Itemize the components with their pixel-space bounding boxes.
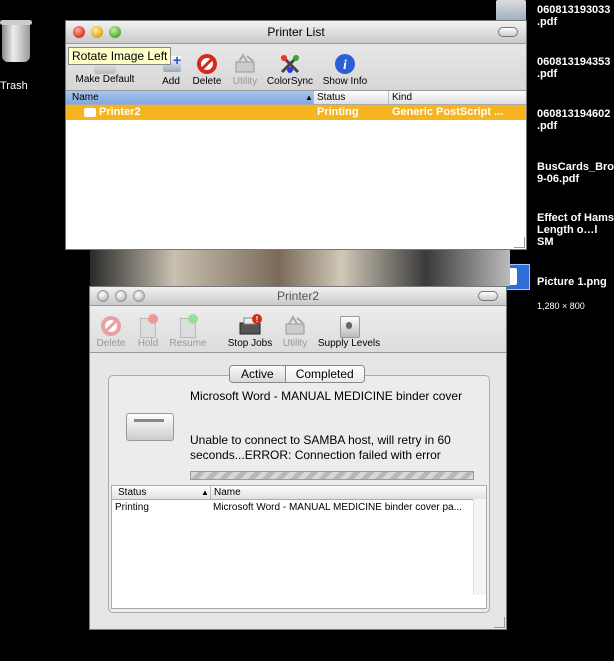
- queue-toolbar: Delete Hold Resume ! Stop Jobs Utility S…: [90, 306, 506, 353]
- job-row-status: Printing: [115, 502, 149, 513]
- utility-label: Utility: [232, 76, 258, 87]
- zoom-button[interactable]: [109, 26, 121, 38]
- background-photo-window: [90, 246, 510, 286]
- resume-label: Resume: [169, 338, 207, 349]
- printer-icon: [124, 407, 174, 445]
- desktop-file-6-dimensions: 1,280 × 800: [537, 301, 585, 311]
- supply-levels-label: Supply Levels: [317, 338, 381, 349]
- tab-active[interactable]: Active: [230, 366, 286, 382]
- make-default-label: Make Default: [75, 74, 135, 85]
- resume-button[interactable]: Resume: [168, 314, 208, 349]
- delete-button[interactable]: Delete: [190, 52, 224, 87]
- printer-list-titlebar[interactable]: Printer List: [66, 21, 526, 44]
- hold-label: Hold: [137, 338, 159, 349]
- delete-icon: [195, 52, 219, 76]
- printer-row[interactable]: Printer2 Printing Generic PostScript ...: [66, 105, 526, 120]
- svg-text:!: !: [256, 315, 259, 324]
- vertical-scrollbar[interactable]: [473, 499, 486, 595]
- stop-jobs-label: Stop Jobs: [227, 338, 273, 349]
- status-column-header[interactable]: Status ▲: [112, 486, 210, 499]
- job-row-name: Microsoft Word - MANUAL MEDICINE binder …: [213, 502, 462, 513]
- colorsync-label: ColorSync: [266, 76, 314, 87]
- colorsync-button[interactable]: ColorSync: [264, 52, 316, 87]
- desktop-file-6[interactable]: Picture 1.png 1,280 × 800: [537, 264, 614, 324]
- printer-list-header: Name ▲ Status Kind: [66, 91, 526, 105]
- job-status-message: Unable to connect to SAMBA host, will re…: [190, 433, 451, 462]
- sort-arrow-icon: ▲: [305, 93, 313, 102]
- utility-label: Utility: [282, 338, 308, 349]
- stop-jobs-icon: !: [238, 314, 262, 338]
- delete-job-button[interactable]: Delete: [94, 314, 128, 349]
- utility-button[interactable]: Utility: [278, 314, 312, 349]
- desktop-file-5[interactable]: Effect of Hams Length o…l SM: [537, 212, 614, 248]
- printer-queue-window: Printer2 Delete Hold Resume ! Stop Jobs …: [89, 286, 507, 630]
- utility-icon: [283, 314, 307, 338]
- tab-completed[interactable]: Completed: [285, 366, 364, 382]
- desktop-file-3[interactable]: 060813194602 .pdf: [537, 108, 614, 132]
- desktop-file-1[interactable]: 060813193033 .pdf: [537, 4, 614, 28]
- utility-icon: [233, 52, 257, 76]
- queue-titlebar[interactable]: Printer2: [90, 287, 506, 306]
- desktop-file-4[interactable]: BusCards_Bron 9-06.pdf: [537, 161, 614, 185]
- stop-jobs-button[interactable]: ! Stop Jobs: [226, 314, 274, 349]
- progress-bar: [190, 471, 474, 480]
- trash-icon[interactable]: Trash: [0, 20, 34, 92]
- window-title: Printer List: [267, 25, 325, 39]
- minimize-button[interactable]: [115, 290, 127, 302]
- resize-handle[interactable]: [514, 237, 525, 248]
- pdf-file-icon[interactable]: [496, 0, 526, 22]
- sort-arrow-icon: ▲: [201, 488, 209, 497]
- utility-button[interactable]: Utility: [228, 52, 262, 87]
- status-column-header[interactable]: Status: [313, 91, 389, 104]
- hold-button[interactable]: Hold: [132, 314, 164, 349]
- tooltip: Rotate Image Left: [68, 47, 172, 65]
- job-row[interactable]: Printing Microsoft Word - MANUAL MEDICIN…: [112, 500, 486, 515]
- name-column-header[interactable]: Name ▲: [66, 91, 313, 104]
- desktop-file-2[interactable]: 060813194353 .pdf: [537, 56, 614, 80]
- window-title: Printer2: [276, 289, 320, 303]
- toolbar-toggle-button[interactable]: [498, 27, 518, 37]
- job-list-header: Status ▲ Name: [112, 486, 486, 500]
- printer-row-icon: [84, 108, 96, 117]
- hold-icon: [136, 314, 160, 338]
- colorsync-icon: [278, 52, 302, 76]
- delete-icon: [99, 314, 123, 338]
- resume-icon: [176, 314, 200, 338]
- svg-text:i: i: [343, 58, 347, 73]
- info-icon: i: [333, 52, 357, 76]
- job-list: Status ▲ Name Printing Microsoft Word - M…: [111, 485, 487, 609]
- job-title: Microsoft Word - MANUAL MEDICINE binder …: [190, 389, 463, 403]
- zoom-button[interactable]: [133, 290, 145, 302]
- trash-can-graphic: [0, 20, 32, 62]
- resize-handle[interactable]: [494, 617, 505, 628]
- supply-levels-button[interactable]: Supply Levels: [316, 314, 382, 349]
- minimize-button[interactable]: [91, 26, 103, 38]
- queue-tabs: Active Completed: [229, 365, 365, 383]
- close-button[interactable]: [97, 290, 109, 302]
- show-info-label: Show Info: [322, 76, 368, 87]
- add-label: Add: [162, 76, 180, 87]
- show-info-button[interactable]: i Show Info: [320, 52, 370, 87]
- printer-row-status: Printing: [317, 106, 359, 118]
- printer-row-name: Printer2: [99, 106, 141, 118]
- supply-levels-icon: [337, 314, 361, 338]
- trash-label: Trash: [0, 80, 28, 92]
- name-column-header[interactable]: Name: [210, 486, 474, 499]
- close-button[interactable]: [73, 26, 85, 38]
- kind-column-header[interactable]: Kind: [388, 91, 512, 104]
- printer-list-window: Printer List Make Default + Add Delete U…: [65, 20, 527, 250]
- printer-row-kind: Generic PostScript ...: [392, 106, 504, 118]
- desktop-file-6-name: Picture 1.png: [537, 276, 607, 288]
- delete-label: Delete: [192, 76, 222, 87]
- delete-job-label: Delete: [96, 338, 126, 349]
- toolbar-toggle-button[interactable]: [478, 291, 498, 301]
